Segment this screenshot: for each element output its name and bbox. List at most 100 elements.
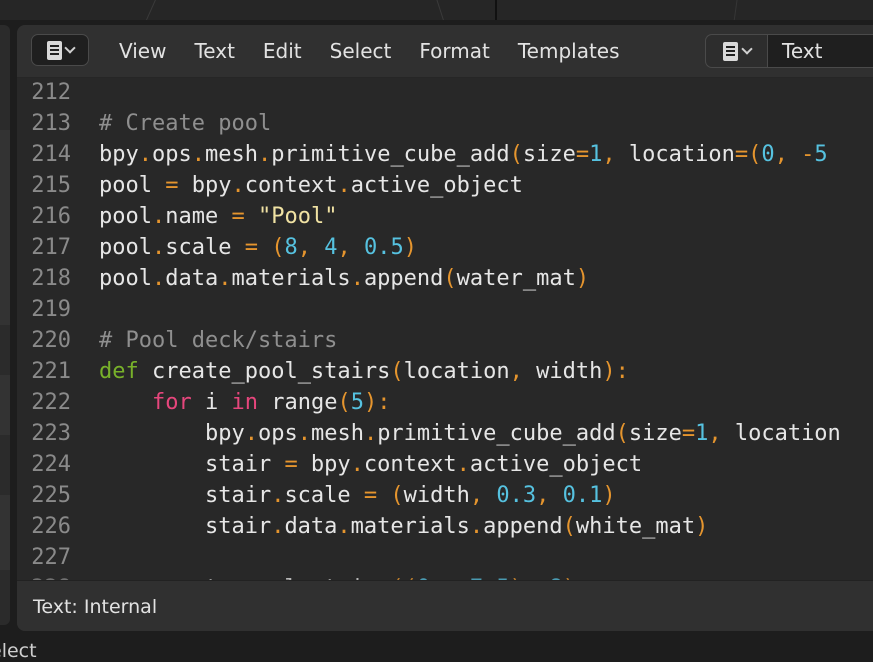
code-token: . xyxy=(363,421,378,446)
menu-view[interactable]: View xyxy=(105,25,180,77)
line-code: pool.data.materials.append(water_mat) xyxy=(99,263,589,294)
code-token: stair xyxy=(99,452,285,477)
code-token: . xyxy=(337,514,351,539)
code-line[interactable]: 212 xyxy=(17,77,71,108)
line-code: bpy.ops.mesh.primitive_cube_add(size=1, … xyxy=(99,139,828,170)
code-token: data xyxy=(284,514,338,539)
code-line[interactable]: 215 pool = bpy.context.active_object xyxy=(17,170,523,201)
code-line[interactable]: 219 xyxy=(17,294,71,325)
code-token: = xyxy=(244,235,258,260)
code-token: 0.1 xyxy=(562,483,603,508)
line-number: 228 xyxy=(17,573,71,580)
code-line[interactable]: 226 stair.data.materials.append(white_ma… xyxy=(17,511,708,542)
code-token: 0.3 xyxy=(496,483,537,508)
code-token: ( xyxy=(271,235,285,260)
code-token: . xyxy=(297,421,311,446)
text-name-field[interactable]: Text xyxy=(767,34,873,68)
code-token: data xyxy=(165,266,219,291)
line-code: def create_pool_stairs(location, width): xyxy=(99,356,629,387)
code-token: # Create pool xyxy=(99,111,272,136)
code-token: ) xyxy=(695,514,709,539)
line-number: 212 xyxy=(31,80,71,105)
code-line[interactable]: 216 pool.name = "Pool" xyxy=(17,201,337,232)
menu-templates[interactable]: Templates xyxy=(504,25,634,77)
code-token: = xyxy=(165,173,179,198)
text-datablock-selector: Text xyxy=(705,34,873,68)
code-line[interactable]: 221 def create_pool_stairs(location, widt… xyxy=(17,356,629,387)
menu-select[interactable]: Select xyxy=(316,25,406,77)
code-token: , xyxy=(774,142,788,167)
code-token: 5 xyxy=(350,390,364,415)
code-token: width xyxy=(522,359,603,384)
code-token: ( xyxy=(562,514,576,539)
code-token: , xyxy=(297,235,311,260)
line-code: stair = bpy.context.active_object xyxy=(99,449,642,480)
panel-section xyxy=(0,495,10,570)
text-editor-area: View Text Edit Select Format Templates T… xyxy=(17,25,873,631)
menu-edit[interactable]: Edit xyxy=(249,25,316,77)
panel-section xyxy=(0,130,10,325)
code-line[interactable]: 224 stair = bpy.context.active_object xyxy=(17,449,642,480)
code-token: pool xyxy=(99,204,152,229)
code-token: ( xyxy=(337,390,351,415)
code-token: "Pool" xyxy=(257,204,338,229)
code-token: , xyxy=(509,359,523,384)
code-line[interactable]: 213 # Create pool xyxy=(17,108,271,139)
code-token: ( xyxy=(615,421,629,446)
code-token: ): xyxy=(602,359,629,384)
line-number: 221 xyxy=(31,359,71,384)
code-token: stair xyxy=(99,514,272,539)
menu-format[interactable]: Format xyxy=(405,25,503,77)
code-token: , xyxy=(536,483,550,508)
line-number: 215 xyxy=(31,173,71,198)
code-line[interactable]: 228 create_pool_stairs((0, -7.5), 8) xyxy=(17,573,576,580)
code-line[interactable]: 222 for i in range(5): xyxy=(17,387,390,418)
menu-text[interactable]: Text xyxy=(180,25,248,77)
code-line[interactable]: 227 xyxy=(17,542,71,573)
text-source-label: Text: Internal xyxy=(33,596,158,618)
code-token: mesh xyxy=(310,421,364,446)
code-token: . xyxy=(218,266,232,291)
code-line[interactable]: 214 bpy.ops.mesh.primitive_cube_add(size=… xyxy=(17,139,827,170)
code-line[interactable]: 223 bpy.ops.mesh.primitive_cube_add(size… xyxy=(17,418,841,449)
code-token: . xyxy=(151,235,166,260)
line-number: 223 xyxy=(31,421,71,446)
code-token: =( xyxy=(734,142,762,167)
text-editor-header: View Text Edit Select Format Templates T… xyxy=(17,25,873,78)
status-bar-hint: elect xyxy=(0,640,37,662)
editor-type-dropdown[interactable] xyxy=(31,34,89,66)
code-token: 5 xyxy=(814,142,828,167)
browse-text-button[interactable] xyxy=(705,34,767,68)
code-token: , xyxy=(469,483,484,508)
code-token: , xyxy=(337,235,351,260)
code-line[interactable]: 217 pool.scale = (8, 4, 0.5) xyxy=(17,232,417,263)
area-split-handle[interactable] xyxy=(495,0,497,20)
code-token: . xyxy=(151,204,166,229)
code-token: white_mat xyxy=(575,514,696,539)
code-token: . xyxy=(271,514,285,539)
code-token: 0.5 xyxy=(363,235,404,260)
line-number: 224 xyxy=(31,452,71,477)
code-line[interactable]: 225 stair.scale = (width, 0.3, 0.1) xyxy=(17,480,615,511)
code-token: water_mat xyxy=(456,266,576,291)
line-code: for i in range(5): xyxy=(99,387,390,418)
code-line[interactable]: 218 pool.data.materials.append(water_mat) xyxy=(17,263,589,294)
code-line[interactable]: 220 # Pool deck/stairs xyxy=(17,325,337,356)
line-number: 213 xyxy=(31,111,71,136)
code-token: # Pool deck/stairs xyxy=(99,328,338,353)
code-token: = xyxy=(231,204,245,229)
code-token: range xyxy=(257,390,338,415)
viewport-grid-line xyxy=(143,0,158,20)
text-datablock-icon xyxy=(722,41,738,61)
line-number: 227 xyxy=(31,545,71,570)
code-area[interactable]: 212 213 # Create pool 214 bpy.ops.mesh.primi… xyxy=(17,77,873,580)
code-token: mesh xyxy=(205,142,258,167)
line-number: 225 xyxy=(31,483,71,508)
code-token: 1 xyxy=(695,421,709,446)
code-token: = xyxy=(284,452,298,477)
